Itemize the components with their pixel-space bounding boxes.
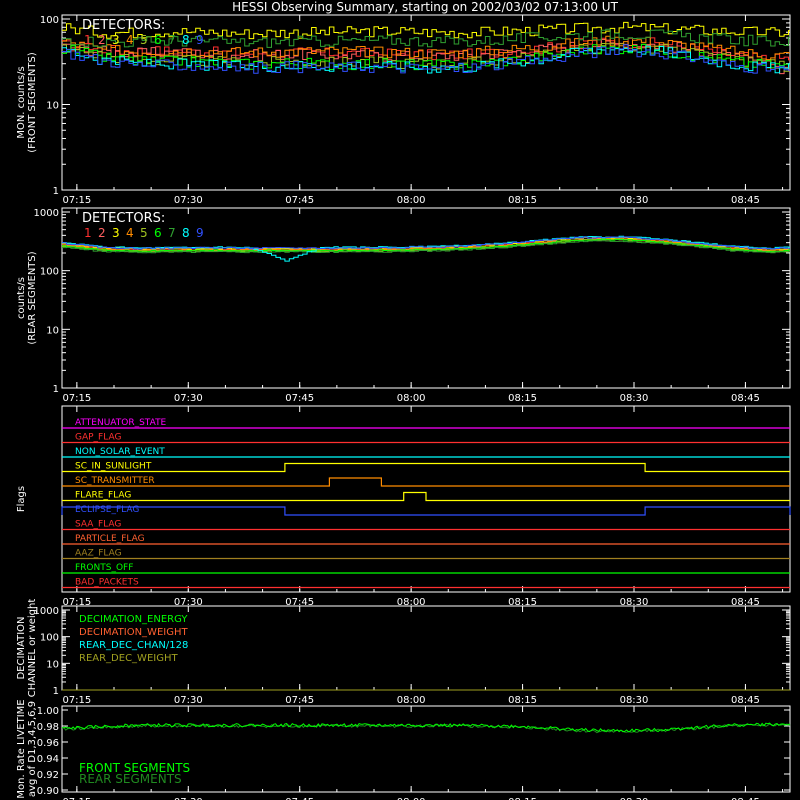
rear-legend-number: 4 — [126, 226, 134, 240]
flag-label: NON_SOLAR_EVENT — [75, 447, 165, 457]
front-y-tick-label: 100 — [40, 15, 59, 26]
front-legend-number: 8 — [182, 33, 190, 47]
front-legend-number: 7 — [168, 33, 176, 47]
livetime-y-tick-label: 0.92 — [37, 770, 59, 781]
decimation-x-tick-label: 08:45 — [731, 695, 760, 706]
flag-label: ECLIPSE_FLAG — [75, 505, 139, 515]
front-legend-number: 5 — [140, 33, 148, 47]
decimation-legend-item: DECIMATION_WEIGHT — [79, 627, 188, 638]
livetime-y-tick-label: 1.00 — [37, 706, 59, 717]
front-x-tick-label: 08:45 — [731, 195, 760, 206]
flag-label: FLARE_FLAG — [75, 491, 131, 501]
rear-legend-number: 2 — [98, 226, 106, 240]
front-y-axis-label: MON. counts/s(FRONT SEGMENTS) — [16, 52, 38, 153]
front-legend-title: DETECTORS: — [82, 18, 165, 33]
decimation-y-tick-label: 1 — [53, 686, 59, 697]
flag-label: GAP_FLAG — [75, 433, 121, 443]
rear-x-tick-label: 07:15 — [62, 393, 91, 404]
rear-x-tick-label: 07:30 — [174, 393, 203, 404]
flag-label: SAA_FLAG — [75, 520, 121, 530]
rear-x-tick-label: 07:45 — [285, 393, 314, 404]
rear-y-axis-label-line: counts/s — [16, 277, 27, 319]
rear-legend-number: 7 — [168, 226, 176, 240]
livetime-y-tick-label: 0.98 — [37, 722, 59, 733]
decimation-x-tick-label: 08:15 — [508, 695, 537, 706]
front-legend-number: 6 — [154, 33, 162, 47]
rear-y-tick-label: 1 — [53, 384, 59, 395]
flag-label: BAD_PACKETS — [75, 578, 139, 588]
livetime-legend-item: REAR SEGMENTS — [79, 772, 182, 786]
rear-x-tick-label: 08:00 — [397, 393, 426, 404]
livetime-y-axis-label: Mon. Rate LIVETIMEavg of D1,3,4,5,6,9 — [16, 699, 38, 798]
rear-legend-number: 5 — [140, 226, 148, 240]
front-legend-number: 9 — [196, 33, 204, 47]
front-x-tick-label: 08:30 — [620, 195, 649, 206]
decimation-x-tick-label: 07:45 — [285, 695, 314, 706]
decimation-x-tick-label: 08:00 — [397, 695, 426, 706]
flag-label: SC_TRANSMITTER — [75, 476, 155, 486]
front-x-tick-label: 07:30 — [174, 195, 203, 206]
front-y-axis-label-line: (FRONT SEGMENTS) — [27, 52, 38, 153]
front-legend-number: 1 — [84, 33, 92, 47]
front-legend-number: 2 — [98, 33, 106, 47]
figure-title: HESSI Observing Summary, starting on 200… — [232, 0, 618, 14]
decimation-y-tick-label: 10 — [46, 659, 59, 670]
front-x-tick-label: 08:00 — [397, 195, 426, 206]
rear-y-axis-label-line: (REAR SEGMENTS) — [27, 251, 38, 344]
flag-label: SC_IN_SUNLIGHT — [75, 462, 152, 472]
livetime-y-tick-label: 0.90 — [37, 786, 59, 797]
livetime-y-axis-label-line: Mon. Rate LIVETIME — [16, 699, 27, 798]
decimation-legend-item: REAR_DEC_WEIGHT — [79, 653, 178, 664]
rear-y-tick-label: 10 — [46, 325, 59, 336]
rear-legend-number: 1 — [84, 226, 92, 240]
rear-x-tick-label: 08:15 — [508, 393, 537, 404]
flags-y-axis-label: Flags — [16, 486, 27, 512]
decimation-y-tick-label: 1000 — [34, 606, 59, 617]
front-legend-number: 4 — [126, 33, 134, 47]
decimation-x-tick-label: 07:15 — [62, 695, 91, 706]
flag-label: PARTICLE_FLAG — [75, 534, 145, 544]
rear-x-tick-label: 08:30 — [620, 393, 649, 404]
livetime-y-tick-label: 0.96 — [37, 738, 59, 749]
front-x-tick-label: 08:15 — [508, 195, 537, 206]
rear-legend-number: 8 — [182, 226, 190, 240]
front-legend-number: 3 — [112, 33, 120, 47]
flag-label: AAZ_FLAG — [75, 549, 122, 559]
rear-legend-number: 9 — [196, 226, 204, 240]
flag-label: FRONTS_OFF — [75, 563, 133, 573]
decimation-legend-item: DECIMATION_ENERGY — [79, 614, 188, 625]
rear-legend-title: DETECTORS: — [82, 211, 165, 226]
livetime-y-tick-label: 0.94 — [37, 754, 59, 765]
rear-legend-number: 3 — [112, 226, 120, 240]
front-y-tick-label: 10 — [46, 101, 59, 112]
decimation-y-axis-label-line: DECIMATION — [16, 616, 27, 679]
front-x-tick-label: 07:45 — [285, 195, 314, 206]
flag-label: ATTENUATOR_STATE — [75, 418, 167, 428]
rear-y-tick-label: 1000 — [34, 208, 59, 219]
decimation-x-tick-label: 07:30 — [174, 695, 203, 706]
front-x-tick-label: 07:15 — [62, 195, 91, 206]
rear-legend-number: 6 — [154, 226, 162, 240]
rear-x-tick-label: 08:45 — [731, 393, 760, 404]
decimation-y-tick-label: 100 — [40, 633, 59, 644]
front-y-tick-label: 1 — [53, 186, 59, 197]
decimation-x-tick-label: 08:30 — [620, 695, 649, 706]
decimation-legend-item: REAR_DEC_CHAN/128 — [79, 640, 188, 651]
observing-summary-figure: HESSI Observing Summary, starting on 200… — [0, 0, 800, 800]
front-y-axis-label-line: MON. counts/s — [16, 66, 27, 138]
flags-y-axis-label-line: Flags — [16, 486, 27, 512]
rear-y-tick-label: 100 — [40, 267, 59, 278]
